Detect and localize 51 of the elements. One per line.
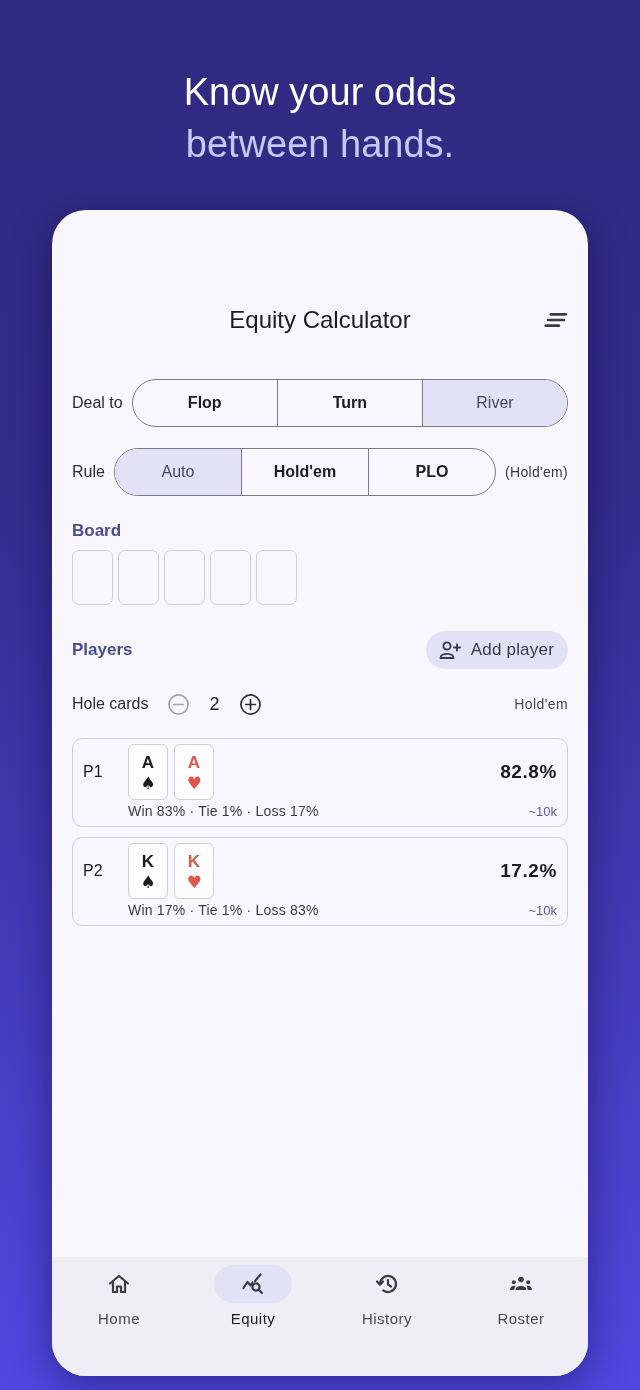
- equity-percent: 17.2%: [500, 858, 557, 883]
- deal-to-option[interactable]: Turn: [276, 380, 422, 426]
- outcome-breakdown: Win 17% · Tie 1% · Loss 83%: [128, 901, 319, 920]
- playing-card[interactable]: A ♥: [174, 744, 214, 800]
- nav-tab[interactable]: Home: [52, 1257, 186, 1376]
- sample-count: ~10k: [528, 802, 557, 821]
- empty-card-slot[interactable]: [72, 550, 113, 605]
- player-name: P1: [83, 762, 104, 782]
- card-suit: ♥: [186, 871, 202, 892]
- card-suit: ♥: [186, 772, 202, 793]
- card-rank: K: [187, 850, 201, 872]
- card-rank: A: [141, 751, 155, 773]
- card-suit: ♠: [140, 871, 156, 892]
- plus-circle-icon[interactable]: [239, 693, 261, 715]
- board-heading: Board: [72, 520, 123, 542]
- playing-card[interactable]: K ♠: [128, 843, 168, 899]
- headline-text: Know your odds: [182, 70, 458, 115]
- rule-option[interactable]: Hold'em: [240, 449, 368, 495]
- nav-tab[interactable]: Equity: [186, 1257, 320, 1376]
- player-name: P2: [83, 861, 104, 881]
- card-suit: ♠: [140, 772, 156, 793]
- equity-percent: 82.8%: [500, 759, 557, 784]
- home-icon: [107, 1272, 131, 1296]
- history-icon: [375, 1272, 399, 1296]
- empty-card-slot[interactable]: [118, 550, 159, 605]
- empty-card-slot[interactable]: [256, 550, 297, 605]
- deal-to-option[interactable]: River: [421, 380, 567, 426]
- game-variant-text: Hold'em: [514, 694, 568, 714]
- sample-count: ~10k: [528, 901, 557, 920]
- nav-tab[interactable]: History: [320, 1257, 454, 1376]
- add-player-button[interactable]: Add player: [425, 631, 568, 669]
- outcome-breakdown: Win 83% · Tie 1% · Loss 17%: [128, 802, 319, 821]
- headline-subtext: between hands.: [184, 122, 456, 167]
- empty-card-slot[interactable]: [210, 550, 251, 605]
- card-rank: A: [187, 751, 201, 773]
- rule-label: Rule: [72, 462, 105, 482]
- rule-option[interactable]: PLO: [368, 449, 496, 495]
- chart-search-icon: [241, 1272, 265, 1296]
- nav-tab[interactable]: Roster: [454, 1257, 588, 1376]
- screen-title: Equity Calculator: [228, 305, 412, 335]
- deal-to-label: Deal to: [72, 393, 123, 413]
- playing-card[interactable]: K ♥: [174, 843, 214, 899]
- hole-cards-label: Hole cards: [72, 694, 149, 714]
- empty-card-slot[interactable]: [164, 550, 205, 605]
- card-rank: K: [141, 850, 155, 872]
- hole-card-count: 2: [209, 693, 220, 715]
- deal-to-option[interactable]: Flop: [132, 380, 277, 426]
- rule-option[interactable]: Auto: [114, 449, 241, 495]
- players-heading: Players: [72, 639, 133, 661]
- resolved-rule-text: (Hold'em): [505, 462, 568, 482]
- playing-card[interactable]: A ♠: [128, 744, 168, 800]
